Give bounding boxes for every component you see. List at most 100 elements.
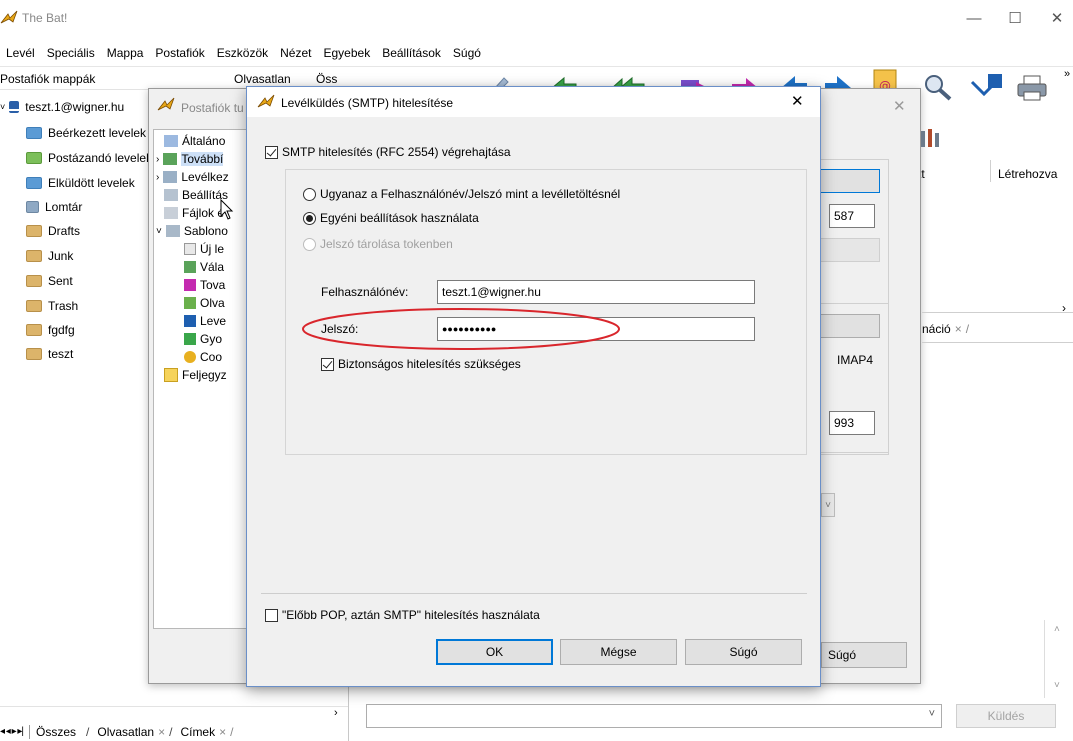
tree-item[interactable]: Coo [184, 350, 222, 364]
tab-close-icon[interactable]: × [158, 725, 165, 739]
trash-icon [26, 201, 39, 213]
unread-column-header[interactable]: Olvasatlan [234, 72, 291, 86]
tree-item[interactable]: Olva [184, 296, 225, 310]
chevron-down-icon[interactable]: ˅ [929, 708, 935, 720]
folder-sent[interactable]: Sent [26, 270, 73, 292]
smtp-dialog-close-button[interactable]: ✕ [791, 92, 804, 110]
tree-item[interactable]: Új le [184, 242, 224, 256]
folder-junk[interactable]: Junk [26, 245, 73, 267]
tree-item[interactable]: Leve [184, 314, 226, 328]
bottom-tabs: ◂ ◂ ▸ ▸| Összes / Olvasatlan × / Címek ×… [0, 722, 237, 741]
folder-label: Sent [48, 274, 73, 288]
menu-bar: Levél Speciális Mappa Postafiók Eszközök… [0, 40, 487, 66]
send-button[interactable]: Küldés [956, 704, 1056, 728]
menu-sugo[interactable]: Súgó [447, 46, 487, 60]
folder-panel-scrollbar[interactable]: › [0, 706, 348, 722]
menu-postafiok[interactable]: Postafiók [149, 46, 210, 60]
tree-item[interactable]: Általáno [164, 134, 225, 148]
menu-levél[interactable]: Levél [0, 46, 41, 60]
menu-specialis[interactable]: Speciális [41, 46, 101, 60]
expand-icon[interactable]: ˅ [0, 102, 5, 112]
checkbox-unchecked-icon [265, 608, 278, 622]
help-button[interactable]: Súgó [685, 639, 802, 665]
print-icon[interactable] [1016, 74, 1048, 102]
preview-scrollbar[interactable]: ˄ ˅ [1044, 620, 1073, 698]
tree-item-label: Gyo [200, 332, 223, 346]
menu-nezet[interactable]: Nézet [274, 46, 317, 60]
tree-item[interactable]: Vála [184, 260, 224, 274]
tab-close-icon[interactable]: × [219, 725, 226, 739]
scroll-down-icon[interactable]: ˅ [1054, 680, 1060, 691]
save-icon[interactable] [970, 72, 1004, 102]
dropdown-chevron-icon[interactable]: ˅ [821, 493, 835, 517]
folder-trash[interactable]: Trash [26, 295, 78, 317]
minimize-button[interactable]: — [959, 6, 989, 32]
account-node[interactable]: ˅ teszt.1@wigner.hu [0, 96, 124, 118]
scroll-right-icon[interactable]: › [334, 707, 338, 719]
tree-item[interactable]: › Továbbí [156, 152, 224, 166]
tab-unread[interactable]: Olvasatlan [93, 725, 158, 739]
cancel-button[interactable]: Mégse [560, 639, 677, 665]
menu-beallitasok[interactable]: Beállítások [376, 46, 447, 60]
dialog-close-icon[interactable]: ✕ [893, 97, 906, 115]
custom-settings-label: Egyéni beállítások használata [320, 211, 479, 225]
checkbox-checked-icon [265, 145, 278, 159]
folder-trash-bin[interactable]: Lomtár [26, 196, 82, 218]
maximize-button[interactable]: ☐ [1000, 6, 1030, 32]
token-storage-label: Jelszó tárolása tokenben [320, 237, 453, 251]
scroll-up-icon[interactable]: ˄ [1054, 624, 1060, 635]
token-storage-radio[interactable]: Jelszó tárolása tokenben [303, 237, 453, 251]
folder-sent-items[interactable]: Elküldött levelek [26, 172, 135, 194]
total-column-header[interactable]: Öss [316, 72, 337, 86]
secure-auth-checkbox[interactable]: Biztonságos hitelesítés szükséges [321, 357, 521, 371]
menu-eszkozok[interactable]: Eszközök [211, 46, 274, 60]
search-icon[interactable] [922, 72, 954, 102]
folder-fgdfg[interactable]: fgdfg [26, 319, 75, 341]
folder-outbox[interactable]: Postázandó levelek [26, 147, 152, 169]
forward-template-icon [184, 279, 196, 291]
username-field[interactable]: teszt.1@wigner.hu [437, 280, 755, 304]
toolbar-overflow-icon[interactable]: » [1064, 68, 1070, 80]
tab-all[interactable]: Összes [29, 724, 82, 739]
info-tab[interactable]: náció × / [922, 322, 969, 336]
settings-icon [164, 135, 178, 147]
tree-item[interactable]: Beállítás [164, 188, 228, 202]
mail-icon [163, 171, 178, 183]
folder-inbox[interactable]: Beérkezett levelek [26, 122, 146, 144]
tree-item[interactable]: Feljegyz [164, 368, 227, 382]
account-help-button[interactable]: Súgó [821, 642, 907, 668]
tree-item[interactable]: Fájlok é [164, 206, 224, 220]
close-window-button[interactable]: ✕ [1042, 6, 1072, 32]
column-header-created[interactable]: Létrehozva [998, 167, 1057, 181]
tab-separator: / [230, 724, 234, 739]
folder-icon [26, 225, 42, 237]
pop-before-smtp-label: "Előbb POP, aztán SMTP" hitelesítés hasz… [282, 608, 540, 622]
smtp-port-input[interactable]: 587 [829, 204, 875, 228]
tree-item[interactable]: Tova [184, 278, 225, 292]
folders-column-header[interactable]: Postafiók mappák [0, 72, 95, 86]
tab-separator: / [965, 322, 970, 336]
the-bat-logo-icon [257, 94, 275, 108]
recipient-select[interactable]: ˅ [366, 704, 942, 728]
tab-addresses[interactable]: Címek [176, 725, 219, 739]
same-credentials-radio[interactable]: Ugyanaz a Felhasználónév/Jelszó mint a l… [303, 187, 620, 201]
folder-drafts[interactable]: Drafts [26, 220, 80, 242]
tree-item[interactable]: Gyo [184, 332, 222, 346]
tab-close-icon[interactable]: × [955, 322, 962, 336]
tab-navigation-icon[interactable]: ◂ ◂ ▸ ▸| [0, 726, 24, 737]
tab-strip-divider [922, 342, 1073, 343]
pop-before-smtp-checkbox[interactable]: "Előbb POP, aztán SMTP" hitelesítés hasz… [265, 608, 540, 622]
templates-icon [165, 225, 180, 237]
notes-icon [164, 368, 178, 382]
menu-mappa[interactable]: Mappa [101, 46, 150, 60]
tree-item[interactable]: ˅ Sablono [156, 224, 228, 238]
enable-smtp-auth-checkbox[interactable]: SMTP hitelesítés (RFC 2554) végrehajtása [265, 145, 511, 159]
account-icon [9, 101, 20, 113]
custom-settings-radio[interactable]: Egyéni beállítások használata [303, 211, 479, 225]
menu-egyebek[interactable]: Egyebek [318, 46, 377, 60]
imap-port-input[interactable]: 993 [829, 411, 875, 435]
ok-button[interactable]: OK [436, 639, 553, 665]
mouse-cursor-icon [220, 199, 234, 220]
tree-item[interactable]: › Levélkez [156, 170, 229, 184]
folder-teszt[interactable]: teszt [26, 343, 73, 365]
